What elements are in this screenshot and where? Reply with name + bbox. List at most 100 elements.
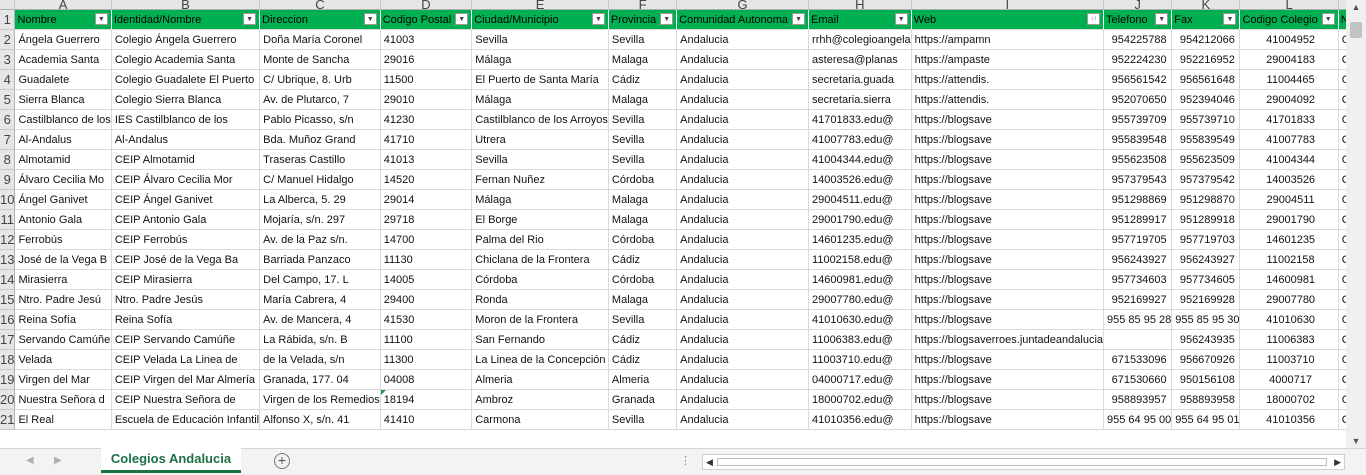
- cell[interactable]: Andalucia: [676, 229, 810, 250]
- cell[interactable]: La Linea de la Concepción: [471, 349, 609, 370]
- cell[interactable]: 952224230: [1103, 49, 1173, 70]
- cell[interactable]: 11003710.edu@: [808, 349, 912, 370]
- cell[interactable]: Traseras Castillo: [259, 149, 381, 170]
- cell[interactable]: 14601235: [1239, 229, 1339, 250]
- cell[interactable]: Ángela Guerrero: [14, 29, 112, 50]
- cell[interactable]: rrhh@colegioangela: [808, 29, 912, 50]
- cell[interactable]: María Cabrera, 4: [259, 289, 381, 310]
- cell[interactable]: Centro Privado -: [1338, 49, 1346, 70]
- column-header-j[interactable]: J: [1103, 0, 1173, 10]
- cell[interactable]: CEIP Servando Camúñe: [111, 329, 261, 350]
- cell[interactable]: Andalucia: [676, 109, 810, 130]
- cell[interactable]: 11006383.edu@: [808, 329, 912, 350]
- cell[interactable]: C/ Ubrique, 8. Urb: [259, 69, 381, 90]
- cell[interactable]: Sevilla: [608, 29, 678, 50]
- cell[interactable]: 41230: [380, 109, 473, 130]
- cell[interactable]: CEIP Ferrobús: [111, 229, 261, 250]
- select-all-corner[interactable]: [0, 0, 16, 10]
- cell[interactable]: 955 64 95 00: [1103, 409, 1173, 430]
- cell[interactable]: Málaga: [471, 189, 609, 210]
- cell[interactable]: 14600981.edu@: [808, 269, 912, 290]
- cell[interactable]: Nuestra Señora d: [14, 389, 112, 410]
- cell[interactable]: Malaga: [608, 89, 678, 110]
- next-sheet-icon[interactable]: ▶: [54, 455, 62, 466]
- cell[interactable]: Centro Público: [1338, 249, 1346, 270]
- cell[interactable]: Centro Público: [1338, 369, 1346, 390]
- cell[interactable]: https://ampamn: [911, 29, 1105, 50]
- cell[interactable]: Cádiz: [608, 329, 678, 350]
- cell[interactable]: Córdoba: [471, 269, 609, 290]
- cell[interactable]: 29007780: [1239, 289, 1339, 310]
- cell[interactable]: CEIP Mirasierra: [111, 269, 261, 290]
- cell[interactable]: Almotamid: [14, 149, 112, 170]
- cell[interactable]: 29001790: [1239, 209, 1339, 230]
- cell[interactable]: Almeria: [608, 369, 678, 390]
- cell[interactable]: 952070650: [1103, 89, 1173, 110]
- cell[interactable]: Centro Público: [1338, 269, 1346, 290]
- cell[interactable]: Andalucia: [676, 409, 810, 430]
- cell[interactable]: Andalucia: [676, 49, 810, 70]
- header-cell[interactable]: Telefono ▼: [1103, 9, 1173, 30]
- cell[interactable]: La Alberca, 5. 29: [259, 189, 381, 210]
- header-cell[interactable]: Naturaleza▼: [1338, 9, 1346, 30]
- cell[interactable]: Av. de Plutarco, 7: [259, 89, 381, 110]
- header-cell[interactable]: Codigo Colegio ▼: [1239, 9, 1339, 30]
- cell[interactable]: 11002158.edu@: [808, 249, 912, 270]
- cell[interactable]: Málaga: [471, 89, 609, 110]
- cell[interactable]: Andalucia: [676, 309, 810, 330]
- cell[interactable]: 671530660: [1103, 369, 1173, 390]
- cell[interactable]: de la Velada, s/n: [259, 349, 381, 370]
- cell[interactable]: 04000717.edu@: [808, 369, 912, 390]
- cell[interactable]: Colegio Guadalete El Puerto: [111, 69, 261, 90]
- tab-splitter-handle[interactable]: ⋮: [680, 454, 692, 467]
- row-header[interactable]: 7: [0, 129, 16, 150]
- cell[interactable]: Colegio Academia Santa: [111, 49, 261, 70]
- cell[interactable]: Escuela de Educación Infantil: [111, 409, 261, 430]
- row-header[interactable]: 13: [0, 249, 16, 270]
- cell[interactable]: Academia Santa: [14, 49, 112, 70]
- filter-dropdown-icon[interactable]: ▼: [243, 13, 257, 25]
- column-header-h[interactable]: H: [808, 0, 912, 10]
- cell[interactable]: Colegio Ángela Guerrero: [111, 29, 261, 50]
- cell[interactable]: CEIP Ángel Ganivet: [111, 189, 261, 210]
- cell[interactable]: 951298869: [1103, 189, 1173, 210]
- cell[interactable]: Granada: [608, 389, 678, 410]
- cell[interactable]: Andalucia: [676, 389, 810, 410]
- cell[interactable]: 41710: [380, 129, 473, 150]
- cell[interactable]: 956243927: [1171, 249, 1241, 270]
- cell[interactable]: 951289917: [1103, 209, 1173, 230]
- cell[interactable]: CEIP Nuestra Señora de: [111, 389, 261, 410]
- cell[interactable]: Pablo Picasso, s/n: [259, 109, 381, 130]
- filter-dropdown-icon[interactable]: ▼: [1223, 13, 1237, 25]
- row-header[interactable]: 1: [0, 9, 16, 30]
- cell[interactable]: https://blogsave: [911, 209, 1105, 230]
- cell[interactable]: Doña María Coronel: [259, 29, 381, 50]
- cell[interactable]: 957734605: [1171, 269, 1241, 290]
- cell[interactable]: Malaga: [608, 49, 678, 70]
- cell[interactable]: 11002158: [1239, 249, 1339, 270]
- column-header-d[interactable]: D: [380, 0, 473, 10]
- cell[interactable]: Guadalete: [14, 69, 112, 90]
- cell[interactable]: Utrera: [471, 129, 609, 150]
- cell[interactable]: Álvaro Cecilia Mo: [14, 169, 112, 190]
- cell[interactable]: 41010630.edu@: [808, 309, 912, 330]
- row-header[interactable]: 12: [0, 229, 16, 250]
- cell[interactable]: Granada, 177. 04: [259, 369, 381, 390]
- cell[interactable]: 18194: [380, 389, 473, 410]
- cell[interactable]: Centro Público: [1338, 129, 1346, 150]
- cell[interactable]: 18000702.edu@: [808, 389, 912, 410]
- cell[interactable]: Centro Público: [1338, 389, 1346, 410]
- cell[interactable]: 41004952: [1239, 29, 1339, 50]
- filter-dropdown-icon[interactable]: ▼: [94, 13, 108, 25]
- cell[interactable]: https://blogsave: [911, 109, 1105, 130]
- cell[interactable]: Carmona: [471, 409, 609, 430]
- cell[interactable]: Andalucia: [676, 169, 810, 190]
- cell[interactable]: https://blogsave: [911, 249, 1105, 270]
- cell[interactable]: https://blogsave: [911, 369, 1105, 390]
- column-header-e[interactable]: E: [471, 0, 609, 10]
- filter-dropdown-icon[interactable]: ▼: [455, 13, 469, 25]
- cell[interactable]: Ronda: [471, 289, 609, 310]
- cell[interactable]: 955839549: [1171, 129, 1241, 150]
- cell[interactable]: 955839548: [1103, 129, 1173, 150]
- scroll-left-arrow-icon[interactable]: ◀: [706, 457, 713, 468]
